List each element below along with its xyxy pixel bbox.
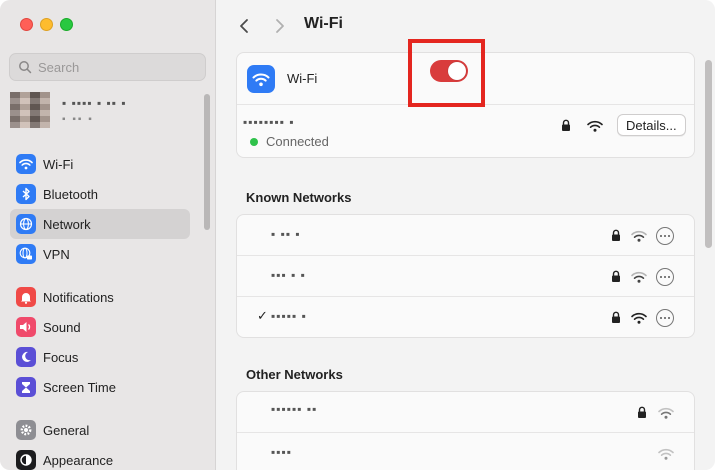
sidebar-item-label: Bluetooth [43, 186, 98, 202]
gear-icon [16, 420, 36, 440]
close-window-button[interactable] [20, 18, 33, 31]
other-networks-title: Other Networks [246, 367, 343, 382]
list-item[interactable]: ▪▪▪▪▪▪ ▪▪ [237, 392, 694, 433]
sidebar-item-label: Screen Time [43, 379, 116, 395]
main-scrollbar[interactable] [705, 60, 712, 248]
connection-status: Connected [250, 134, 329, 149]
list-item[interactable]: ▪▪▪▪ [237, 433, 694, 470]
account-subtitle: ▪ ▪▪ ▪ [62, 114, 94, 125]
sidebar-item-label: General [43, 422, 90, 438]
network-name: ▪▪▪▪▪▪ ▪▪ [271, 402, 318, 416]
sidebar-item-sound[interactable]: Sound [10, 312, 190, 342]
wifi-toggle-switch[interactable] [430, 60, 468, 82]
wifi-signal-icon [658, 407, 674, 419]
lock-icon [562, 119, 570, 131]
network-name: ▪ ▪▪ ▪ [271, 227, 301, 241]
sidebar-item-notifications[interactable]: Notifications [10, 282, 190, 312]
lock-icon [612, 270, 620, 282]
page-title: Wi-Fi [304, 15, 343, 32]
wifi-signal-icon [631, 312, 647, 324]
sidebar-item-focus[interactable]: Focus [10, 342, 190, 372]
sidebar-item-wifi[interactable]: Wi-Fi [10, 149, 190, 179]
search-icon [19, 61, 32, 74]
account-name: ▪ ▪▪▪▪ ▪ ▪▪ ▪ [62, 96, 127, 110]
known-networks-title: Known Networks [246, 190, 352, 205]
wifi-label: Wi-Fi [287, 71, 318, 86]
hourglass-icon [16, 377, 36, 397]
more-options-icon[interactable] [656, 227, 674, 245]
checkmark-icon: ✓ [257, 308, 268, 323]
more-options-icon[interactable] [656, 309, 674, 327]
bell-icon [16, 287, 36, 307]
wifi-signal-icon [658, 448, 674, 460]
bluetooth-icon [16, 184, 36, 204]
globe-icon [16, 214, 36, 234]
lock-icon [638, 406, 646, 418]
network-name: ▪▪▪ ▪ ▪ [271, 268, 306, 282]
current-network-row: ▪▪▪▪▪▪▪▪ ▪ Connected Details... [237, 105, 694, 159]
wifi-icon [247, 65, 275, 93]
sidebar-scrollbar[interactable] [204, 94, 210, 230]
sidebar-item-label: Notifications [43, 289, 114, 305]
sidebar-item-label: Network [43, 216, 91, 232]
network-name: ▪▪▪▪ [271, 445, 293, 459]
zoom-window-button[interactable] [60, 18, 73, 31]
other-networks-list: ▪▪▪▪▪▪ ▪▪ ▪▪▪▪ [236, 391, 695, 470]
back-button[interactable] [234, 15, 254, 37]
sidebar-item-appearance[interactable]: Appearance [10, 445, 190, 470]
list-item[interactable]: ✓ ▪▪▪▪▪ ▪ [237, 297, 694, 339]
wifi-signal-icon [587, 120, 603, 132]
wifi-signal-icon [631, 271, 647, 283]
connected-dot-icon [250, 137, 258, 146]
search-field[interactable] [9, 53, 206, 81]
connection-status-text: Connected [266, 134, 329, 149]
settings-window: ▪ ▪▪▪▪ ▪ ▪▪ ▪ ▪ ▪▪ ▪ Wi-Fi Bluetooth Net… [0, 0, 715, 470]
account-row[interactable]: ▪ ▪▪▪▪ ▪ ▪▪ ▪ ▪ ▪▪ ▪ [10, 92, 200, 132]
globe-lock-icon [16, 244, 36, 264]
forward-button[interactable] [270, 15, 290, 37]
sidebar-item-label: Sound [43, 319, 81, 335]
search-input[interactable] [38, 59, 198, 75]
network-name: ▪▪▪▪▪ ▪ [271, 309, 307, 323]
sidebar-item-label: Appearance [43, 452, 114, 468]
list-item[interactable]: ▪ ▪▪ ▪ [237, 215, 694, 256]
details-button[interactable]: Details... [617, 114, 686, 136]
sidebar-item-bluetooth[interactable]: Bluetooth [10, 179, 190, 209]
wifi-icon [16, 154, 36, 174]
lock-icon [612, 229, 620, 241]
wifi-signal-icon [631, 230, 647, 242]
chevron-right-icon [276, 19, 284, 33]
sidebar-item-vpn[interactable]: VPN [10, 239, 190, 269]
sidebar-item-label: Wi-Fi [43, 156, 74, 172]
moon-icon [16, 347, 36, 367]
sidebar-item-screen-time[interactable]: Screen Time [10, 372, 190, 402]
list-item[interactable]: ▪▪▪ ▪ ▪ [237, 256, 694, 297]
minimize-window-button[interactable] [40, 18, 53, 31]
sidebar-item-general[interactable]: General [10, 415, 190, 445]
sidebar-item-label: VPN [43, 246, 70, 262]
current-network-name: ▪▪▪▪▪▪▪▪ ▪ [243, 115, 295, 129]
appearance-icon [16, 450, 36, 470]
known-networks-list: ▪ ▪▪ ▪ ▪▪▪ ▪ ▪ ✓ ▪▪▪▪▪ ▪ [236, 214, 695, 338]
sidebar-item-network[interactable]: Network [10, 209, 190, 239]
avatar [10, 92, 50, 128]
sidebar: ▪ ▪▪▪▪ ▪ ▪▪ ▪ ▪ ▪▪ ▪ Wi-Fi Bluetooth Net… [0, 0, 216, 470]
lock-icon [612, 311, 620, 323]
more-options-icon[interactable] [656, 268, 674, 286]
speaker-icon [16, 317, 36, 337]
sidebar-item-label: Focus [43, 349, 79, 365]
chevron-left-icon [240, 19, 248, 33]
